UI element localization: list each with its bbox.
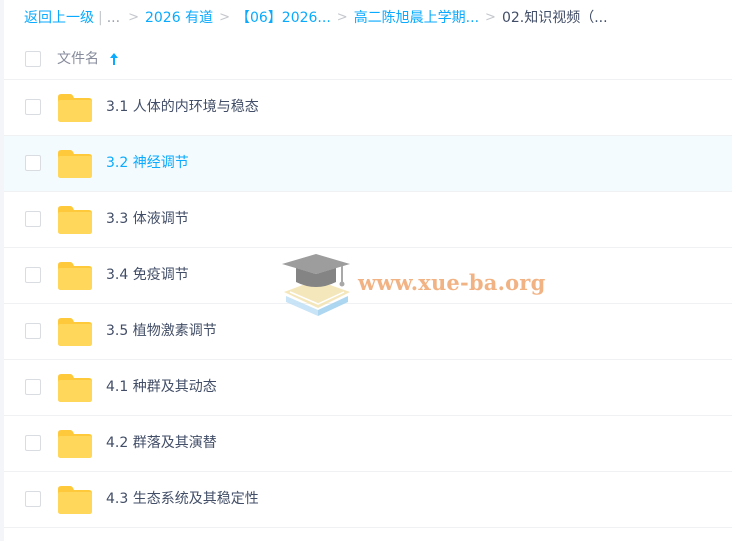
- breadcrumb-current: 02.知识视频（...: [501, 10, 608, 26]
- folder-icon: [58, 94, 92, 122]
- row-checkbox[interactable]: [25, 99, 41, 115]
- breadcrumb-separator: >: [219, 10, 230, 25]
- list-item[interactable]: 3.5 植物激素调节: [4, 304, 732, 360]
- folder-icon: [58, 430, 92, 458]
- list-item[interactable]: 3.4 免疫调节: [4, 248, 732, 304]
- folder-icon: [58, 486, 92, 514]
- breadcrumb-separator: >: [485, 10, 496, 25]
- breadcrumb-ellipsis[interactable]: ...: [107, 8, 120, 28]
- file-name[interactable]: 4.2 群落及其演替: [106, 433, 217, 453]
- folder-icon: [58, 374, 92, 402]
- folder-icon: [58, 262, 92, 290]
- list-header: 文件名: [4, 38, 732, 80]
- file-name[interactable]: 3.1 人体的内环境与稳态: [106, 97, 259, 117]
- breadcrumb-item-2[interactable]: 【06】2026...: [236, 8, 331, 28]
- arrow-up-icon[interactable]: [108, 51, 120, 67]
- file-name[interactable]: 3.2 神经调节: [106, 153, 189, 173]
- row-checkbox[interactable]: [25, 435, 41, 451]
- list-item[interactable]: 3.2 神经调节: [4, 136, 732, 192]
- back-link[interactable]: 返回上一级: [24, 8, 94, 28]
- breadcrumb-pipe: |: [98, 10, 103, 26]
- file-name[interactable]: 3.3 体液调节: [106, 209, 189, 229]
- folder-icon: [58, 206, 92, 234]
- breadcrumb-separator: >: [128, 10, 139, 25]
- filename-column-header[interactable]: 文件名: [57, 49, 99, 69]
- breadcrumb-item-3[interactable]: 高二陈旭晨上学期...: [354, 8, 479, 28]
- list-item[interactable]: 3.3 体液调节: [4, 192, 732, 248]
- file-browser: 返回上一级 | ... > 2026 有道 > 【06】2026... > 高二…: [0, 0, 732, 541]
- row-checkbox[interactable]: [25, 211, 41, 227]
- row-checkbox[interactable]: [25, 155, 41, 171]
- file-name[interactable]: 3.4 免疫调节: [106, 265, 189, 285]
- folder-icon: [58, 150, 92, 178]
- file-list: 3.1 人体的内环境与稳态 3.2 神经调节 3.3 体液调节 3.4 免疫调节…: [4, 80, 732, 528]
- breadcrumb-separator: >: [336, 10, 348, 25]
- row-checkbox[interactable]: [25, 267, 41, 283]
- list-item[interactable]: 4.1 种群及其动态: [4, 360, 732, 416]
- breadcrumb-item-1[interactable]: 2026 有道: [145, 8, 213, 28]
- row-checkbox[interactable]: [25, 323, 41, 339]
- file-name[interactable]: 4.3 生态系统及其稳定性: [106, 489, 259, 509]
- file-name[interactable]: 4.1 种群及其动态: [106, 377, 217, 397]
- list-item[interactable]: 4.2 群落及其演替: [4, 416, 732, 472]
- row-checkbox[interactable]: [25, 491, 41, 507]
- list-item[interactable]: 4.3 生态系统及其稳定性: [4, 472, 732, 528]
- file-name[interactable]: 3.5 植物激素调节: [106, 321, 217, 341]
- row-checkbox[interactable]: [25, 379, 41, 395]
- breadcrumb: 返回上一级 | ... > 2026 有道 > 【06】2026... > 高二…: [24, 8, 608, 28]
- select-all-checkbox[interactable]: [25, 51, 41, 67]
- list-item[interactable]: 3.1 人体的内环境与稳态: [4, 80, 732, 136]
- folder-icon: [58, 318, 92, 346]
